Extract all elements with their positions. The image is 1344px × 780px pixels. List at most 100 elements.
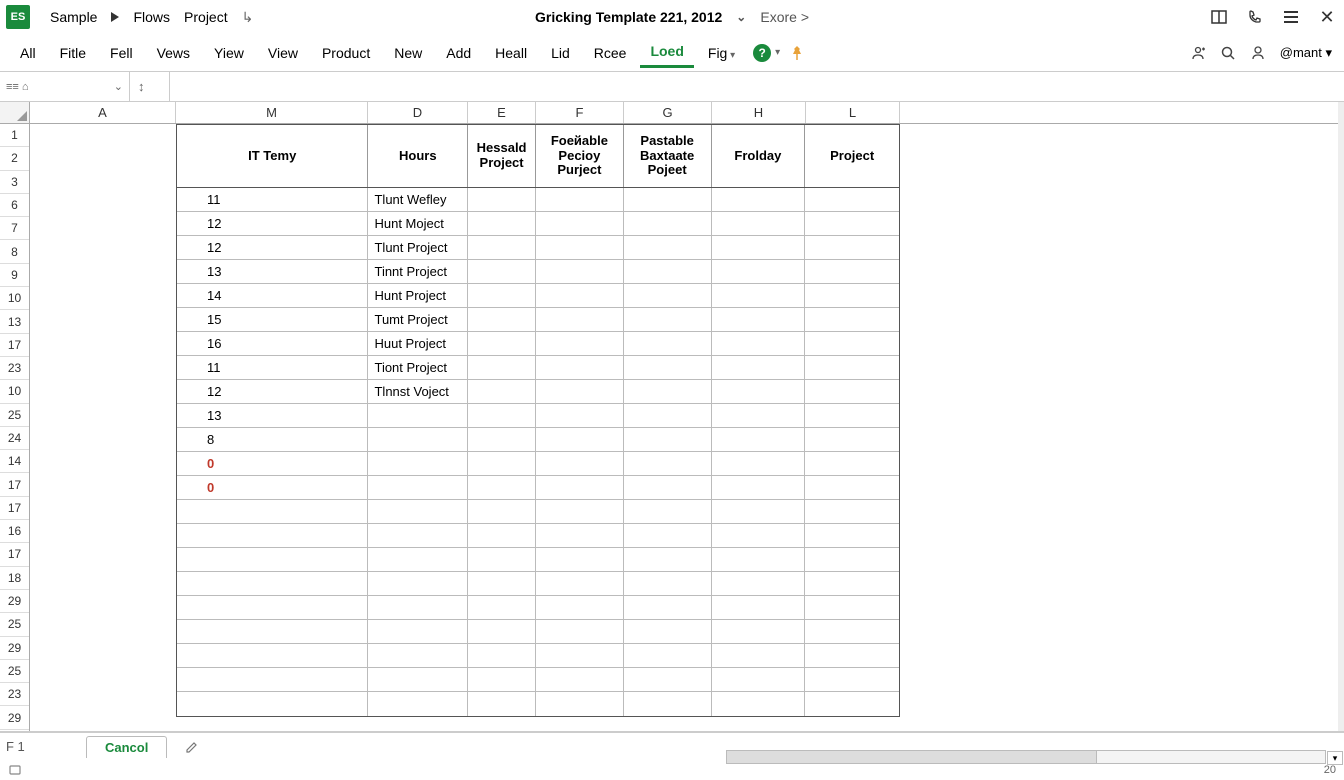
cell[interactable] <box>805 596 899 619</box>
cell[interactable] <box>712 452 806 475</box>
cell[interactable]: 12 <box>177 236 368 259</box>
row-header[interactable]: 24 <box>0 427 29 450</box>
name-box[interactable]: ≡≡ ⌂ ⌄ <box>0 72 130 101</box>
cell[interactable]: Huut Project <box>368 332 468 355</box>
cell[interactable] <box>712 644 806 667</box>
cell[interactable] <box>177 620 368 643</box>
row-header[interactable]: 3 <box>0 171 29 194</box>
cell[interactable] <box>624 260 712 283</box>
header-cell[interactable]: Project <box>805 125 899 187</box>
tab-yiew[interactable]: Yiew <box>204 39 254 67</box>
tab-fitle[interactable]: Fitle <box>50 39 96 67</box>
cell[interactable] <box>712 596 806 619</box>
tab-loed[interactable]: Loed <box>640 37 693 68</box>
cell[interactable] <box>177 500 368 523</box>
cell[interactable] <box>624 452 712 475</box>
cell[interactable] <box>624 404 712 427</box>
cell[interactable] <box>468 188 536 211</box>
cell[interactable] <box>805 332 899 355</box>
cell[interactable]: 14 <box>177 284 368 307</box>
cell[interactable] <box>468 404 536 427</box>
cell[interactable] <box>536 260 624 283</box>
tab-fell[interactable]: Fell <box>100 39 143 67</box>
cell[interactable]: 13 <box>177 260 368 283</box>
cell[interactable] <box>805 188 899 211</box>
row-header[interactable]: 17 <box>0 334 29 357</box>
chevron-down-icon[interactable]: ⌄ <box>114 80 123 93</box>
cell[interactable]: 13 <box>177 404 368 427</box>
cell[interactable] <box>468 236 536 259</box>
cell[interactable]: Tlnnst Voject <box>368 380 468 403</box>
cell[interactable] <box>368 692 468 716</box>
cell[interactable] <box>368 596 468 619</box>
header-cell[interactable]: IT Temy <box>177 125 368 187</box>
cell[interactable] <box>368 476 468 499</box>
cell[interactable]: Tumt Project <box>368 308 468 331</box>
cell[interactable] <box>712 332 806 355</box>
app-badge[interactable]: ES <box>6 5 30 29</box>
cell[interactable]: 15 <box>177 308 368 331</box>
cell[interactable] <box>805 644 899 667</box>
cell[interactable] <box>712 692 806 716</box>
col-header[interactable]: H <box>712 102 806 123</box>
cell[interactable] <box>712 404 806 427</box>
cell[interactable] <box>624 572 712 595</box>
cell[interactable] <box>624 692 712 716</box>
row-header[interactable]: 23 <box>0 357 29 380</box>
row-header[interactable]: 17 <box>0 497 29 520</box>
cell[interactable] <box>177 524 368 547</box>
cell[interactable] <box>368 452 468 475</box>
cell[interactable] <box>468 380 536 403</box>
row-header[interactable]: 7 <box>0 217 29 240</box>
cell[interactable] <box>805 452 899 475</box>
cell[interactable] <box>712 572 806 595</box>
cell[interactable] <box>712 428 806 451</box>
col-header[interactable]: M <box>176 102 368 123</box>
cell[interactable]: Tiont Project <box>368 356 468 379</box>
cell[interactable] <box>536 380 624 403</box>
close-icon[interactable]: ✕ <box>1318 8 1336 26</box>
cell[interactable] <box>805 620 899 643</box>
cell[interactable] <box>368 644 468 667</box>
person-icon[interactable] <box>1250 45 1266 61</box>
col-header[interactable]: E <box>468 102 536 123</box>
cell[interactable]: Hunt Project <box>368 284 468 307</box>
cell[interactable] <box>805 284 899 307</box>
cell[interactable] <box>177 644 368 667</box>
cell[interactable] <box>536 428 624 451</box>
cell[interactable] <box>805 428 899 451</box>
cell[interactable] <box>536 620 624 643</box>
search-icon[interactable] <box>1220 45 1236 61</box>
row-header[interactable]: 6 <box>0 194 29 217</box>
cell[interactable] <box>536 308 624 331</box>
cell[interactable] <box>805 212 899 235</box>
cell[interactable] <box>468 356 536 379</box>
cell[interactable] <box>624 596 712 619</box>
cell[interactable] <box>624 212 712 235</box>
scroll-thumb[interactable] <box>727 751 1097 763</box>
breadcrumb-item[interactable]: Sample <box>50 9 97 25</box>
cell[interactable] <box>468 644 536 667</box>
row-header[interactable]: 8 <box>0 240 29 263</box>
cell[interactable] <box>805 308 899 331</box>
cell[interactable] <box>368 548 468 571</box>
cell[interactable] <box>624 380 712 403</box>
breadcrumb-item[interactable]: Flows <box>133 9 170 25</box>
cell[interactable] <box>536 236 624 259</box>
cell[interactable] <box>468 500 536 523</box>
cell[interactable]: Tlunt Project <box>368 236 468 259</box>
cell[interactable] <box>468 308 536 331</box>
row-header[interactable]: 10 <box>0 287 29 310</box>
sheet-tab-action-icon[interactable] <box>185 740 199 754</box>
fx-button[interactable]: ↕ <box>130 72 170 101</box>
cell[interactable] <box>536 572 624 595</box>
tab-view[interactable]: View <box>258 39 308 67</box>
cell[interactable] <box>368 404 468 427</box>
col-header[interactable]: G <box>624 102 712 123</box>
cell[interactable] <box>712 308 806 331</box>
tab-fig[interactable]: Fig <box>698 39 745 67</box>
cell[interactable] <box>712 212 806 235</box>
header-cell[interactable]: Frolday <box>712 125 806 187</box>
cell[interactable] <box>712 548 806 571</box>
cell[interactable] <box>536 332 624 355</box>
